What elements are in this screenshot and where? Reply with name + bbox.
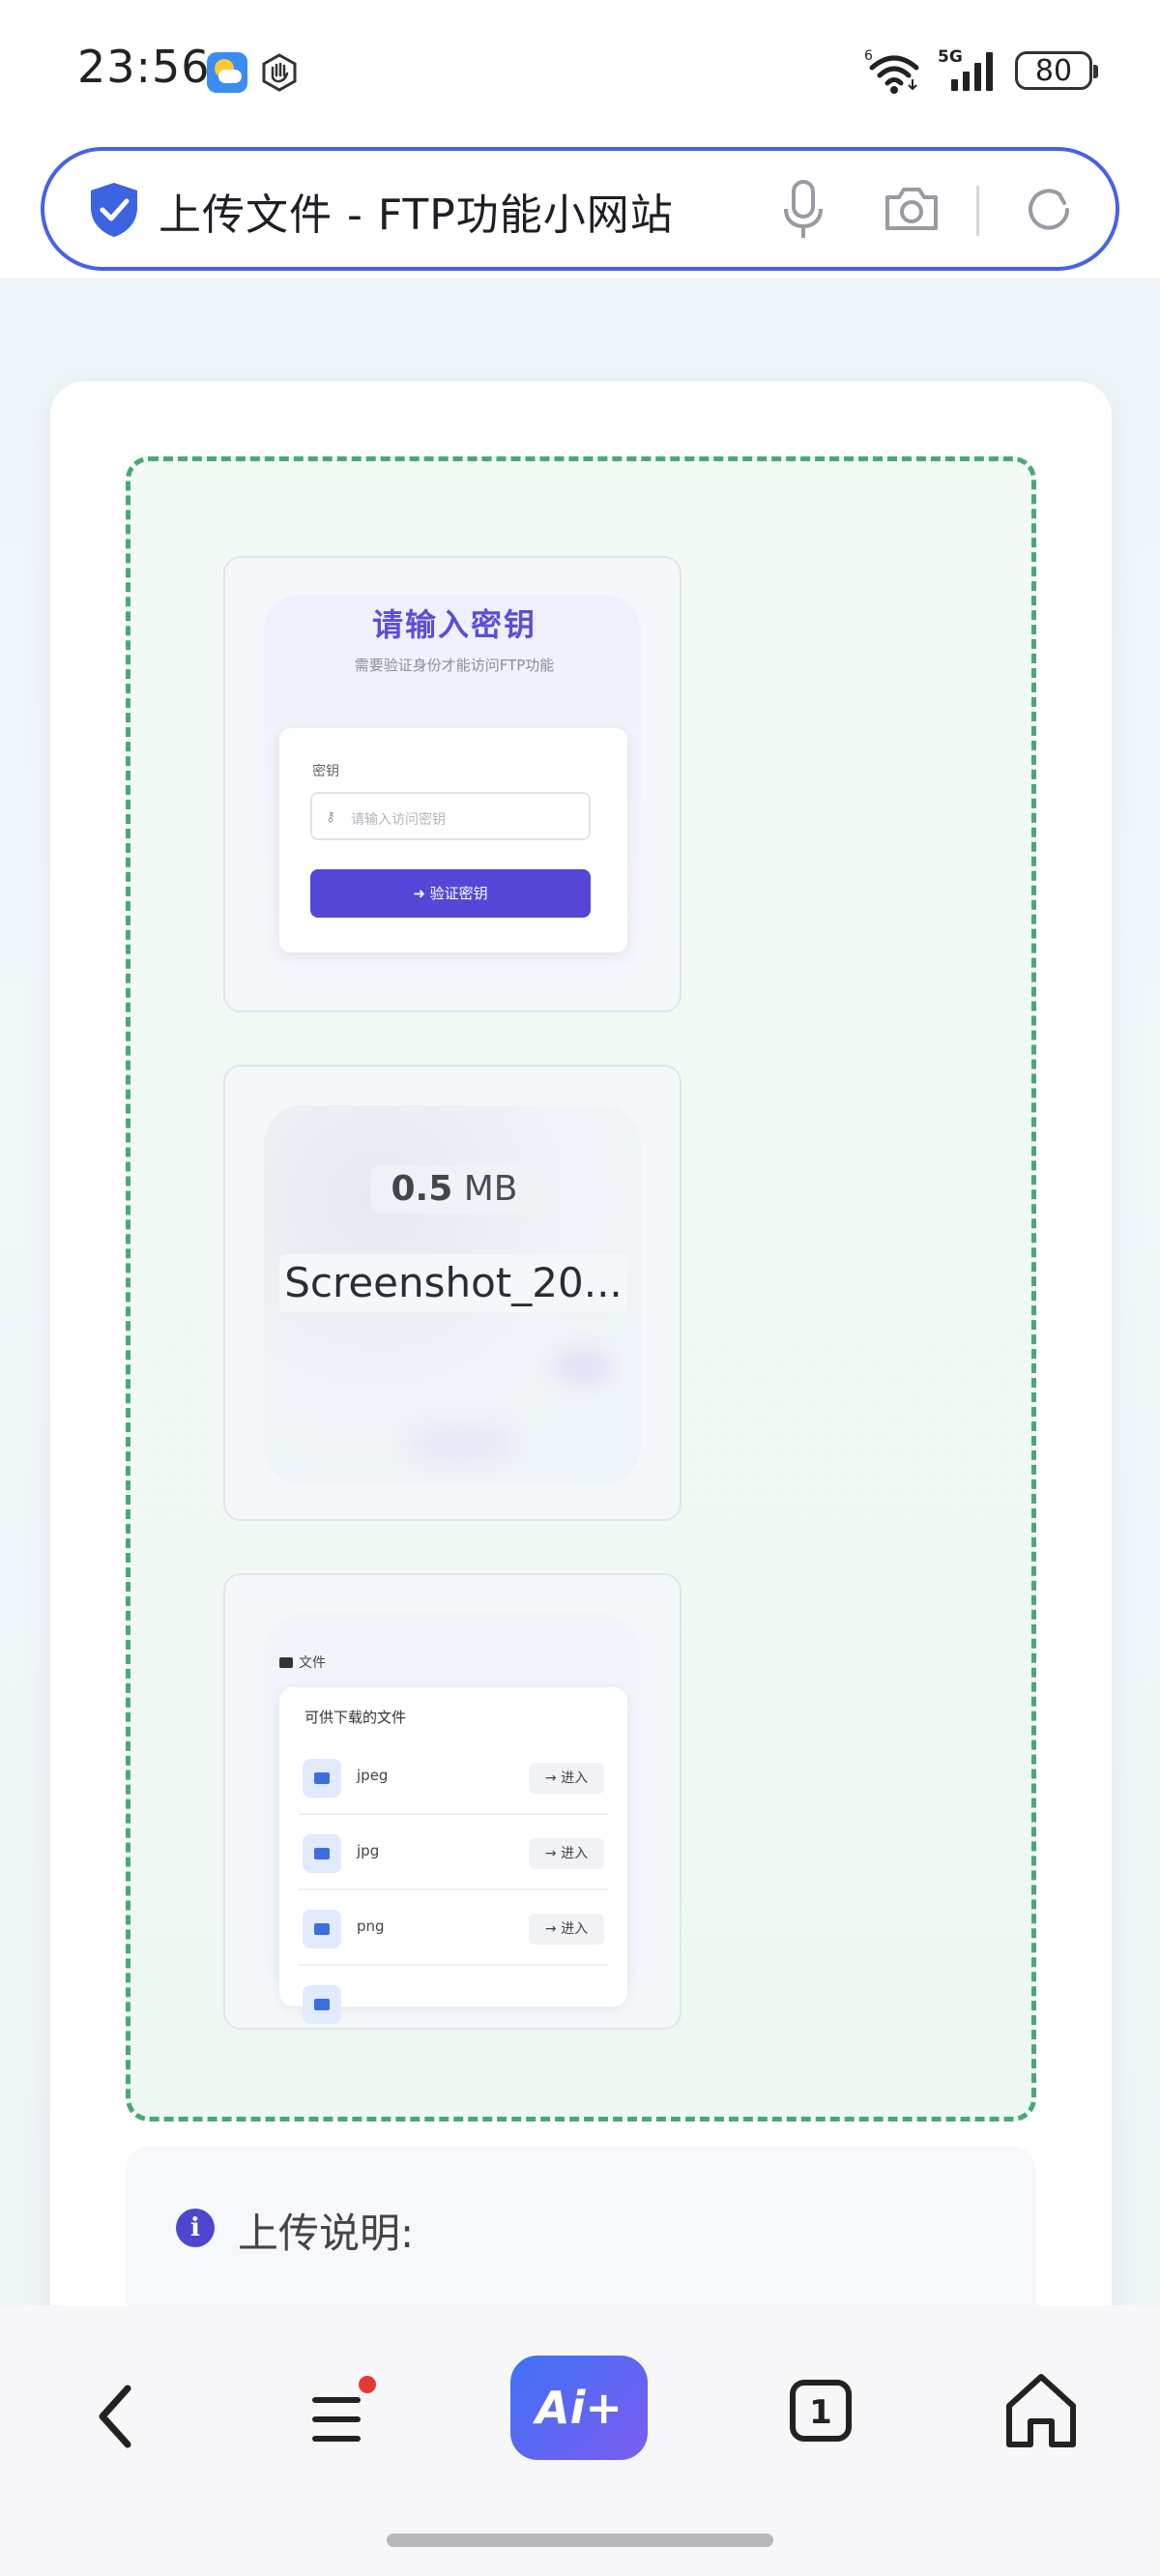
image-preview-file-list[interactable]: 文件 可供下载的文件 jpeg → 进入 jpg → 进入 png → 进入 xyxy=(223,1573,682,2030)
status-bar: 23:56 6 5G 80 xyxy=(0,0,1160,143)
enter-button: → 进入 xyxy=(529,1763,604,1794)
page-content: 请输入密钥 需要验证身份才能访问FTP功能 密钥 ⚷ 请输入访问密钥 ➜ 验证密… xyxy=(0,278,1160,2305)
preview-input-placeholder: 请输入访问密钥 xyxy=(351,812,446,828)
menu-icon[interactable] xyxy=(307,2371,377,2458)
login-icon: ➜ xyxy=(413,885,430,902)
preview-files-panel: 可供下载的文件 jpeg → 进入 jpg → 进入 png → 进入 xyxy=(279,1687,627,2024)
instructions-title: 上传说明: xyxy=(238,2210,415,2257)
weather-icon xyxy=(207,52,247,93)
shield-icon[interactable] xyxy=(87,180,141,240)
ai-assistant-button[interactable]: Ai+ xyxy=(510,2356,648,2460)
network-type: 5G xyxy=(938,47,963,67)
folder-name: jpeg xyxy=(357,1767,389,1784)
file-preview-screenshot[interactable]: 0.5 MB Screenshot_20... xyxy=(223,1065,682,1521)
signal-icon: 5G xyxy=(938,47,993,91)
folder-icon xyxy=(303,1985,341,2024)
file-size-unit: MB xyxy=(463,1169,518,1209)
preview-subtitle: 需要验证身份才能访问FTP功能 xyxy=(354,657,555,674)
enter-button: → 进入 xyxy=(529,1838,604,1869)
back-icon[interactable] xyxy=(85,2377,143,2456)
battery-indicator: 80 xyxy=(1015,51,1098,90)
svg-text:6: 6 xyxy=(864,48,873,64)
upload-card: 请输入密钥 需要验证身份才能访问FTP功能 密钥 ⚷ 请输入访问密钥 ➜ 验证密… xyxy=(50,381,1112,2305)
folder-icon xyxy=(303,1759,341,1798)
list-item-partial xyxy=(299,1968,608,2028)
key-icon: ⚷ xyxy=(326,809,336,825)
file-size: 0.5 MB xyxy=(370,1165,538,1214)
home-indicator[interactable] xyxy=(387,2533,773,2547)
preview-key-form: 密钥 ⚷ 请输入访问密钥 ➜ 验证密钥 xyxy=(279,728,627,952)
battery-level: 80 xyxy=(1034,53,1073,88)
preview-panel-title: 可供下载的文件 xyxy=(304,1709,407,1726)
page-title[interactable]: 上传文件 - FTP功能小网站 xyxy=(159,180,674,242)
folder-name: jpg xyxy=(357,1842,380,1859)
folder-icon xyxy=(303,1834,341,1873)
refresh-icon[interactable] xyxy=(1021,182,1077,238)
folder-name: png xyxy=(357,1917,385,1935)
address-divider xyxy=(976,186,979,236)
tab-count: 1 xyxy=(809,2393,832,2432)
preview-files-header-label: 文件 xyxy=(299,1655,326,1671)
tabs-icon[interactable]: 1 xyxy=(787,2377,855,2444)
info-icon: i xyxy=(176,2209,215,2247)
address-bar[interactable]: 上传文件 - FTP功能小网站 xyxy=(41,147,1119,271)
upload-dropzone[interactable]: 请输入密钥 需要验证身份才能访问FTP功能 密钥 ⚷ 请输入访问密钥 ➜ 验证密… xyxy=(126,456,1036,2122)
status-indicators: 6 5G 80 xyxy=(864,46,1098,95)
status-time: 23:56 xyxy=(77,41,211,93)
file-name: Screenshot_20... xyxy=(279,1254,627,1312)
preview-button-label: 验证密钥 xyxy=(429,885,488,902)
list-item: jpeg → 进入 xyxy=(299,1742,608,1815)
microphone-icon[interactable] xyxy=(779,178,827,242)
image-preview-key-page[interactable]: 请输入密钥 需要验证身份才能访问FTP功能 密钥 ⚷ 请输入访问密钥 ➜ 验证密… xyxy=(223,556,682,1012)
hand-icon xyxy=(262,53,297,92)
home-icon[interactable] xyxy=(1001,2369,1081,2452)
preview-files-header: 文件 xyxy=(279,1653,326,1672)
list-item: jpg → 进入 xyxy=(299,1817,608,1890)
camera-icon[interactable] xyxy=(882,184,942,234)
folder-icon xyxy=(303,1910,341,1948)
file-size-value: 0.5 xyxy=(391,1169,453,1209)
preview-key-input: ⚷ 请输入访问密钥 xyxy=(310,792,591,840)
wifi-icon: 6 xyxy=(864,48,919,94)
folder-icon xyxy=(279,1657,293,1668)
list-item: png → 进入 xyxy=(299,1892,608,1966)
preview-title: 请输入密钥 xyxy=(371,606,536,643)
preview-verify-button: ➜ 验证密钥 xyxy=(310,869,591,918)
preview-field-label: 密钥 xyxy=(312,764,339,779)
upload-instructions: i 上传说明: xyxy=(126,2147,1036,2305)
enter-button: → 进入 xyxy=(529,1914,604,1945)
